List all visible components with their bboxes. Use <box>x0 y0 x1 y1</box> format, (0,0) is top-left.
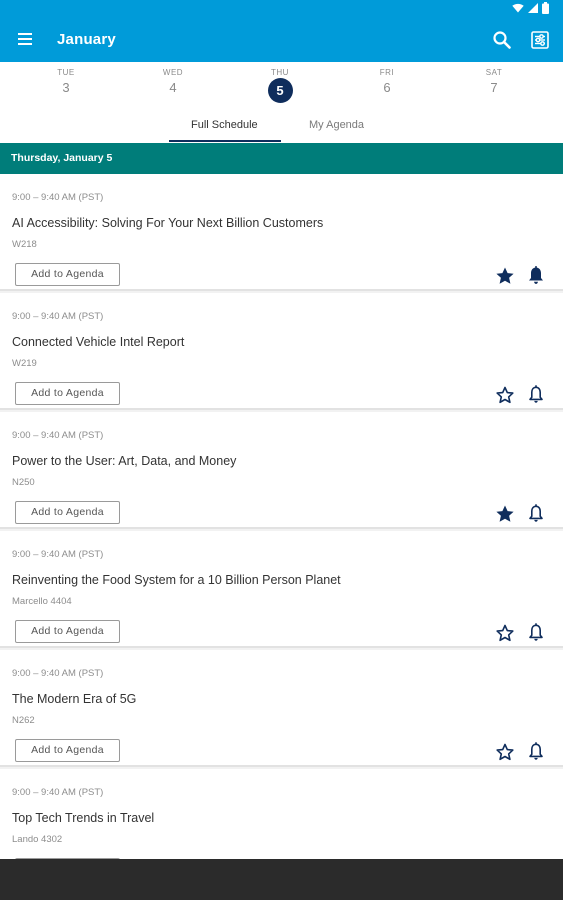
bell-outline-icon[interactable] <box>526 503 546 524</box>
day-number: 4 <box>169 80 177 95</box>
day-name: FRI <box>379 68 395 77</box>
day-name: TUE <box>57 68 75 77</box>
day-number-selected: 5 <box>267 78 293 103</box>
tab-full-schedule[interactable]: Full Schedule <box>191 119 258 131</box>
session-title: Connected Vehicle Intel Report <box>12 335 185 349</box>
menu-icon[interactable] <box>17 31 35 47</box>
session-room: Lando 4302 <box>12 834 63 845</box>
add-to-agenda-button[interactable]: Add to Agenda <box>15 263 120 286</box>
day-tue[interactable]: TUE 3 <box>26 62 106 95</box>
battery-icon <box>542 2 549 14</box>
app-bar: January <box>0 0 563 62</box>
system-navigation-bar <box>0 859 563 900</box>
session-card[interactable]: 9:00 – 9:40 AM (PST) Top Tech Trends in T… <box>0 769 563 859</box>
star-outline-icon[interactable] <box>495 385 515 405</box>
day-selector: TUE 3 WED 4 THU 5 FRI 6 SAT 7 <box>0 62 563 109</box>
day-fri[interactable]: FRI 6 <box>347 62 427 95</box>
session-room: Marcello 4404 <box>12 596 72 607</box>
star-filled-icon[interactable] <box>495 504 515 524</box>
bell-outline-icon[interactable] <box>526 741 546 762</box>
day-number: 6 <box>383 80 391 95</box>
star-outline-icon[interactable] <box>495 623 515 643</box>
session-time: 9:00 – 9:40 AM (PST) <box>12 430 104 441</box>
session-time: 9:00 – 9:40 AM (PST) <box>12 549 104 560</box>
bell-outline-icon[interactable] <box>526 384 546 405</box>
tab-my-agenda[interactable]: My Agenda <box>309 119 364 131</box>
session-card[interactable]: 9:00 – 9:40 AM (PST) The Modern Era of 5G… <box>0 650 563 767</box>
date-section-header: Thursday, January 5 <box>0 143 563 174</box>
page-title: January <box>57 31 116 48</box>
filter-settings-icon[interactable] <box>529 29 551 51</box>
session-title: Power to the User: Art, Data, and Money <box>12 454 237 468</box>
day-thu[interactable]: THU 5 <box>240 62 320 103</box>
session-time: 9:00 – 9:40 AM (PST) <box>12 668 104 679</box>
star-outline-icon[interactable] <box>495 742 515 762</box>
session-time: 9:00 – 9:40 AM (PST) <box>12 787 104 798</box>
session-list[interactable]: 9:00 – 9:40 AM (PST) AI Accessibility: So… <box>0 174 563 859</box>
session-room: W218 <box>12 239 37 250</box>
session-room: N250 <box>12 477 35 488</box>
bell-outline-icon[interactable] <box>526 622 546 643</box>
session-card[interactable]: 9:00 – 9:40 AM (PST) Power to the User: A… <box>0 412 563 529</box>
session-room: N262 <box>12 715 35 726</box>
search-icon[interactable] <box>492 30 512 50</box>
wifi-icon <box>512 3 524 13</box>
add-to-agenda-button[interactable]: Add to Agenda <box>15 501 120 524</box>
add-to-agenda-button[interactable]: Add to Agenda <box>15 620 120 643</box>
status-bar <box>512 2 549 14</box>
day-number: 7 <box>490 80 498 95</box>
day-name: THU <box>271 68 289 77</box>
add-to-agenda-button[interactable]: Add to Agenda <box>15 382 120 405</box>
add-to-agenda-button[interactable]: Add to Agenda <box>15 739 120 762</box>
schedule-tabs: Full Schedule My Agenda <box>0 108 563 143</box>
session-title: The Modern Era of 5G <box>12 692 137 706</box>
day-sat[interactable]: SAT 7 <box>454 62 534 95</box>
session-title: Top Tech Trends in Travel <box>12 811 155 825</box>
session-title: AI Accessibility: Solving For Your Next … <box>12 216 324 230</box>
day-number: 3 <box>62 80 70 95</box>
day-name: SAT <box>485 68 503 77</box>
session-time: 9:00 – 9:40 AM (PST) <box>12 311 104 322</box>
bell-filled-icon[interactable] <box>526 265 546 286</box>
star-filled-icon[interactable] <box>495 266 515 286</box>
session-card[interactable]: 9:00 – 9:40 AM (PST) AI Accessibility: So… <box>0 174 563 291</box>
day-name: WED <box>162 68 184 77</box>
session-room: W219 <box>12 358 37 369</box>
session-title: Reinventing the Food System for a 10 Bil… <box>12 573 341 587</box>
session-card[interactable]: 9:00 – 9:40 AM (PST) Reinventing the Food… <box>0 531 563 648</box>
active-tab-indicator <box>169 140 281 142</box>
session-time: 9:00 – 9:40 AM (PST) <box>12 192 104 203</box>
signal-icon <box>528 3 538 13</box>
day-wed[interactable]: WED 4 <box>133 62 213 95</box>
session-card[interactable]: 9:00 – 9:40 AM (PST) Connected Vehicle In… <box>0 293 563 410</box>
